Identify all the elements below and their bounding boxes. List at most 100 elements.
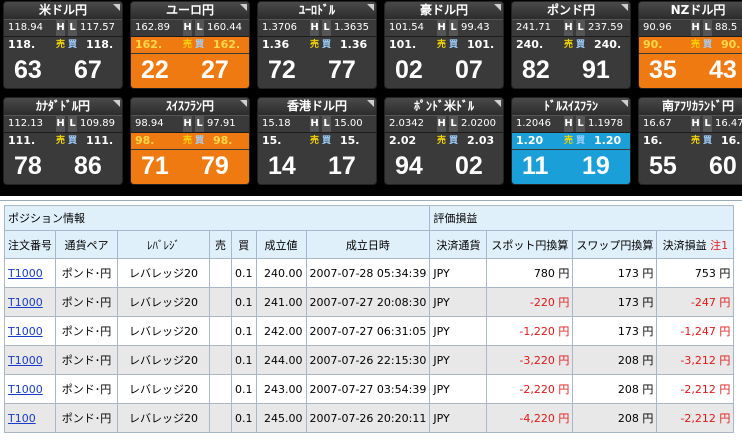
bid-prefix: 2.02: [389, 134, 417, 147]
rate-tile[interactable]: 米ドル円 118.94 H L 117.57 118. 売買 118. 63 67: [3, 1, 123, 89]
valuation-heading: 評価損益: [429, 205, 735, 231]
sell-label[interactable]: 売: [437, 133, 446, 149]
price-big-row: 94 02: [385, 150, 503, 184]
buy-label[interactable]: 買: [322, 37, 331, 53]
rate-tile[interactable]: ﾎﾟﾝﾄﾞ米ﾄﾞﾙ 2.0342 H L 2.0200 2.02 売買 2.03 94 02: [384, 97, 504, 185]
bid-big-digits[interactable]: 02: [395, 56, 423, 85]
low-value: 160.44: [207, 22, 242, 33]
price-cell: 245.00: [255, 403, 307, 433]
order-number-cell[interactable]: T1000: [4, 258, 56, 288]
rate-tile[interactable]: 南ｱﾌﾘｶﾗﾝﾄﾞ円 16.67 H L 16.47 16. 売買 16. 55 60: [638, 97, 742, 185]
ask-big-digits[interactable]: 91: [582, 56, 610, 85]
table-row: T1000 ポンド･円 レバレッジ20 0.1 244.00 2007-07-26 22:…: [4, 345, 735, 375]
sell-label[interactable]: 売: [691, 37, 700, 53]
currency-pair-name: ポンド円: [512, 2, 630, 20]
high-label: H: [183, 116, 192, 132]
order-number-cell[interactable]: T1000: [4, 345, 56, 375]
ask-big-digits[interactable]: 60: [709, 152, 737, 181]
rate-tile[interactable]: ﾄﾞﾙｽｲｽﾌﾗﾝ 1.2046 H L 1.1978 1.20 売買 1.20 11 19: [511, 97, 631, 185]
sell-label[interactable]: 売: [56, 37, 65, 53]
bid-big-digits[interactable]: 22: [141, 56, 169, 85]
high-label: H: [691, 116, 700, 132]
buy-label[interactable]: 買: [703, 133, 712, 149]
bid-big-digits[interactable]: 35: [649, 56, 677, 85]
sell-label[interactable]: 売: [437, 37, 446, 53]
buy-label[interactable]: 買: [68, 133, 77, 149]
ask-big-digits[interactable]: 79: [201, 152, 229, 181]
order-number-link[interactable]: T1000: [8, 267, 43, 280]
low-value: 1.1978: [588, 118, 623, 129]
order-number-cell[interactable]: T100: [4, 403, 56, 433]
sell-label[interactable]: 売: [691, 133, 700, 149]
order-number-link[interactable]: T1000: [8, 354, 43, 367]
buy-label[interactable]: 買: [195, 37, 204, 53]
ask-big-digits[interactable]: 86: [74, 152, 102, 181]
sell-label[interactable]: 売: [310, 37, 319, 53]
order-number-link[interactable]: T1000: [8, 383, 43, 396]
bid-big-digits[interactable]: 71: [141, 152, 169, 181]
bid-big-digits[interactable]: 94: [395, 152, 423, 181]
ask-big-digits[interactable]: 43: [709, 56, 737, 85]
low-label: L: [449, 116, 458, 132]
price-big-row: 72 77: [258, 54, 376, 88]
ask-prefix: 118.: [86, 38, 114, 51]
rate-tile[interactable]: ユーロ円 162.89 H L 160.44 162. 売買 162. 22 27: [130, 1, 250, 89]
sell-label[interactable]: 売: [183, 133, 192, 149]
bid-prefix: 98.: [135, 134, 155, 147]
ask-big-digits[interactable]: 17: [328, 152, 356, 181]
low-value: 2.0200: [461, 118, 496, 129]
rate-tile[interactable]: ｽｲｽﾌﾗﾝ円 98.94 H L 97.91 98. 売買 98. 71 79: [130, 97, 250, 185]
sell-cell: [209, 345, 232, 375]
order-number-cell[interactable]: T1000: [4, 374, 56, 404]
high-low-row: 112.13 H L 109.89: [4, 116, 122, 133]
order-number-link[interactable]: T100: [8, 412, 36, 425]
bid-big-digits[interactable]: 82: [522, 56, 550, 85]
rate-tile[interactable]: 香港ドル円 15.18 H L 15.00 15. 売買 15. 14 17: [257, 97, 377, 185]
high-low-row: 2.0342 H L 2.0200: [385, 116, 503, 133]
order-number-link[interactable]: T1000: [8, 296, 43, 309]
rate-tile[interactable]: NZドル円 90.96 H L 88.5 90. 売買 90. 35 43: [638, 1, 742, 89]
ask-big-digits[interactable]: 19: [582, 152, 610, 181]
rate-tile[interactable]: ﾕｰﾛﾄﾞﾙ 1.3706 H L 1.3635 1.36 売買 1.36 72 77: [257, 1, 377, 89]
note-1-link[interactable]: 注1: [710, 239, 728, 252]
currency-pair-name: 豪ドル円: [385, 2, 503, 20]
bid-big-digits[interactable]: 11: [522, 152, 548, 181]
sell-label[interactable]: 売: [564, 133, 573, 149]
order-number-link[interactable]: T1000: [8, 325, 43, 338]
bid-big-digits[interactable]: 14: [268, 152, 296, 181]
pnl-cell: -2,212 円: [656, 403, 735, 433]
buy-label[interactable]: 買: [576, 37, 585, 53]
bid-big-digits[interactable]: 72: [268, 56, 296, 85]
ask-big-digits[interactable]: 27: [201, 56, 229, 85]
buy-label[interactable]: 買: [449, 37, 458, 53]
ask-big-digits[interactable]: 02: [455, 152, 483, 181]
buy-label[interactable]: 買: [195, 133, 204, 149]
high-low-row: 16.67 H L 16.47: [639, 116, 742, 133]
high-label: H: [564, 116, 573, 132]
ask-big-digits[interactable]: 07: [455, 56, 483, 85]
rate-tile[interactable]: ポンド円 241.71 H L 237.59 240. 売買 240. 82 91: [511, 1, 631, 89]
rate-tile[interactable]: 豪ドル円 101.54 H L 99.43 101. 売買 101. 02 07: [384, 1, 504, 89]
sell-label[interactable]: 売: [564, 37, 573, 53]
sell-label[interactable]: 売: [310, 133, 319, 149]
buy-label[interactable]: 買: [68, 37, 77, 53]
bid-big-digits[interactable]: 78: [14, 152, 42, 181]
buy-label[interactable]: 買: [322, 133, 331, 149]
column-header: ﾚﾊﾞﾚｼﾞ: [117, 230, 210, 259]
ask-big-digits[interactable]: 77: [328, 56, 356, 85]
order-number-cell[interactable]: T1000: [4, 287, 56, 317]
sell-label[interactable]: 売: [56, 133, 65, 149]
rate-tile[interactable]: ｶﾅﾀﾞﾄﾞﾙ円 112.13 H L 109.89 111. 売買 111. 78 86: [3, 97, 123, 185]
sell-label[interactable]: 売: [183, 37, 192, 53]
ask-big-digits[interactable]: 67: [74, 56, 102, 85]
bid-big-digits[interactable]: 55: [649, 152, 677, 181]
swap-yen-cell: 208 円: [572, 403, 658, 433]
buy-label[interactable]: 買: [449, 133, 458, 149]
buy-label[interactable]: 買: [703, 37, 712, 53]
order-number-cell[interactable]: T1000: [4, 316, 56, 346]
bid-big-digits[interactable]: 63: [14, 56, 42, 85]
price-big-row: 35 43: [639, 54, 742, 88]
buy-label[interactable]: 買: [576, 133, 585, 149]
high-value: 1.3706: [262, 22, 297, 33]
low-label: L: [703, 116, 712, 132]
